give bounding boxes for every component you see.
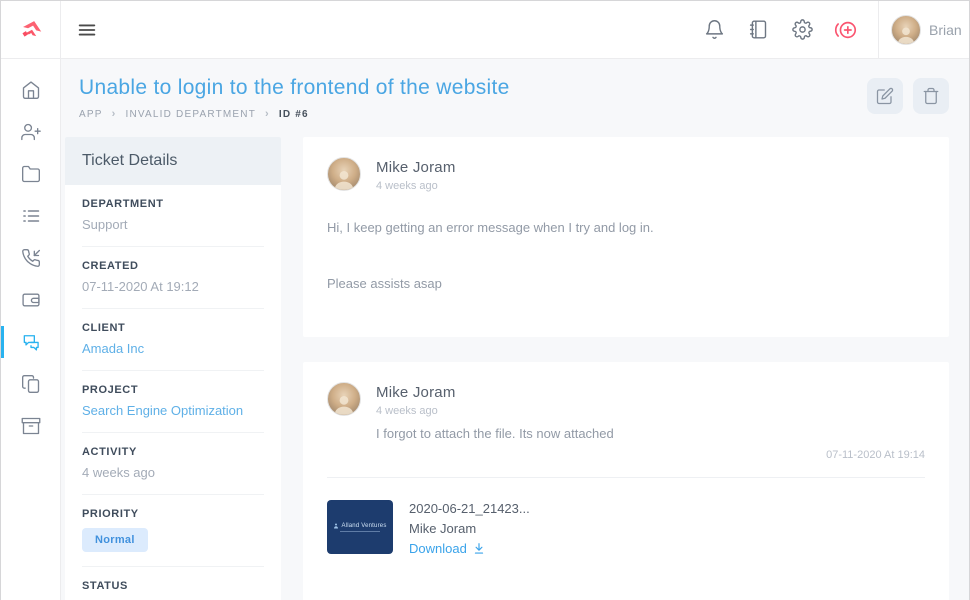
edit-pencil-icon <box>876 87 894 105</box>
page-header: Unable to login to the frontend of the w… <box>65 76 949 120</box>
attachment-filename: 2020-06-21_21423... <box>409 501 530 516</box>
sidebar-item-billing[interactable] <box>1 279 60 321</box>
attachment-uploader: Mike Joram <box>409 521 530 536</box>
sidebar-item-documents[interactable] <box>1 363 60 405</box>
logo-icon <box>16 15 46 45</box>
download-label: Download <box>409 541 467 556</box>
field-label: DEPARTMENT <box>82 198 264 210</box>
page-actions <box>867 78 949 114</box>
app-logo[interactable] <box>1 1 61 58</box>
project-link[interactable]: Search Engine Optimization <box>82 403 264 418</box>
breadcrumb-separator: › <box>265 108 270 120</box>
breadcrumb: APP › INVALID DEPARTMENT › ID #6 <box>79 108 949 120</box>
message-author: Mike Joram <box>376 384 614 401</box>
sidebar-item-projects[interactable] <box>1 153 60 195</box>
field-priority: PRIORITY Normal <box>82 495 264 567</box>
field-label: PRIORITY <box>82 508 264 520</box>
message-card-1: Mike Joram 4 weeks ago Hi, I keep gettin… <box>303 137 949 337</box>
field-project: PROJECT Search Engine Optimization <box>82 371 264 433</box>
topbar-icons <box>696 1 878 58</box>
field-label: STATUS <box>82 580 264 592</box>
field-label: CREATED <box>82 260 264 272</box>
message-header: Mike Joram 4 weeks ago I forgot to attac… <box>327 382 925 441</box>
field-value: 4 weeks ago <box>82 465 264 480</box>
field-label: ACTIVITY <box>82 446 264 458</box>
phone-incoming-icon <box>21 248 41 268</box>
client-link[interactable]: Amada Inc <box>82 341 264 356</box>
brand-mark-icon <box>333 523 339 529</box>
list-icon <box>21 206 41 226</box>
sidebar-item-tickets[interactable] <box>1 321 60 363</box>
user-name: Brian <box>929 22 962 38</box>
main-content: Unable to login to the frontend of the w… <box>61 59 969 600</box>
message-paragraph: Please assists asap <box>327 276 925 291</box>
topbar-spacer <box>113 1 696 58</box>
attachment-thumbnail[interactable]: Alland Ventures <box>327 500 393 554</box>
message-divider <box>327 477 925 478</box>
sidebar-item-home[interactable] <box>1 69 60 111</box>
field-value: Support <box>82 217 264 232</box>
ticket-details-body: DEPARTMENT Support CREATED 07-11-2020 At… <box>65 185 281 600</box>
message-author: Mike Joram <box>376 159 456 176</box>
trash-icon <box>922 87 940 105</box>
attachment-download-link[interactable]: Download <box>409 541 530 556</box>
sidebar-nav <box>1 59 61 600</box>
quick-add-icon[interactable] <box>828 12 864 48</box>
message-paragraph: Hi, I keep getting an error message when… <box>327 220 925 235</box>
field-department: DEPARTMENT Support <box>82 185 264 247</box>
message-time-ago: 4 weeks ago <box>376 180 456 192</box>
sidebar-item-archive[interactable] <box>1 405 60 447</box>
breadcrumb-app[interactable]: APP <box>79 109 103 120</box>
users-icon <box>21 122 41 142</box>
breadcrumb-ticket-id: ID #6 <box>279 109 309 120</box>
attachment-brand-text: Alland Ventures <box>341 523 386 529</box>
home-icon <box>21 80 41 100</box>
field-status: STATUS Answered <box>82 567 264 600</box>
notebook-icon[interactable] <box>740 12 776 48</box>
field-activity: ACTIVITY 4 weeks ago <box>82 433 264 495</box>
message-author-block: Mike Joram 4 weeks ago <box>376 157 456 192</box>
message-header: Mike Joram 4 weeks ago <box>327 157 925 192</box>
chat-bubbles-icon <box>21 332 41 352</box>
page-title: Unable to login to the frontend of the w… <box>79 76 949 100</box>
message-card-2: Mike Joram 4 weeks ago I forgot to attac… <box>303 362 949 600</box>
message-time-ago: 4 weeks ago <box>376 405 614 417</box>
field-value: 07-11-2020 At 19:12 <box>82 279 264 294</box>
attachment-brand: Alland Ventures <box>333 523 386 529</box>
edit-ticket-icon-button[interactable] <box>867 78 903 114</box>
field-label: CLIENT <box>82 322 264 334</box>
field-label: PROJECT <box>82 384 264 396</box>
user-menu[interactable]: Brian <box>878 1 969 58</box>
message-timestamp: 07-11-2020 At 19:14 <box>327 449 925 461</box>
sidebar-item-calls[interactable] <box>1 237 60 279</box>
user-avatar <box>891 15 921 45</box>
notifications-bell-icon[interactable] <box>696 12 732 48</box>
message-body: I forgot to attach the file. Its now att… <box>376 426 614 441</box>
top-bar: Brian <box>1 1 969 59</box>
sidebar-item-tasks[interactable] <box>1 195 60 237</box>
archive-icon <box>21 416 41 436</box>
author-avatar <box>327 382 361 416</box>
field-created: CREATED 07-11-2020 At 19:12 <box>82 247 264 309</box>
delete-ticket-icon-button[interactable] <box>913 78 949 114</box>
breadcrumb-separator: › <box>112 108 117 120</box>
wallet-icon <box>21 290 41 310</box>
attachment-brand-underline <box>340 531 380 532</box>
folder-icon <box>21 164 41 184</box>
documents-icon <box>21 374 41 394</box>
breadcrumb-department[interactable]: INVALID DEPARTMENT <box>126 109 257 120</box>
sidebar-item-clients[interactable] <box>1 111 60 153</box>
field-client: CLIENT Amada Inc <box>82 309 264 371</box>
download-icon <box>472 542 486 556</box>
menu-icon[interactable] <box>61 1 113 58</box>
attachment-info: 2020-06-21_21423... Mike Joram Download <box>409 500 530 556</box>
ticket-details-title: Ticket Details <box>65 137 281 185</box>
attachment-row: Alland Ventures 2020-06-21_21423... Mike… <box>327 500 925 556</box>
priority-badge: Normal <box>82 528 148 552</box>
ticket-messages: Mike Joram 4 weeks ago Hi, I keep gettin… <box>303 137 949 600</box>
author-avatar <box>327 157 361 191</box>
message-author-block: Mike Joram 4 weeks ago I forgot to attac… <box>376 382 614 441</box>
ticket-details-panel: Ticket Details DEPARTMENT Support CREATE… <box>65 137 281 600</box>
settings-gear-icon[interactable] <box>784 12 820 48</box>
